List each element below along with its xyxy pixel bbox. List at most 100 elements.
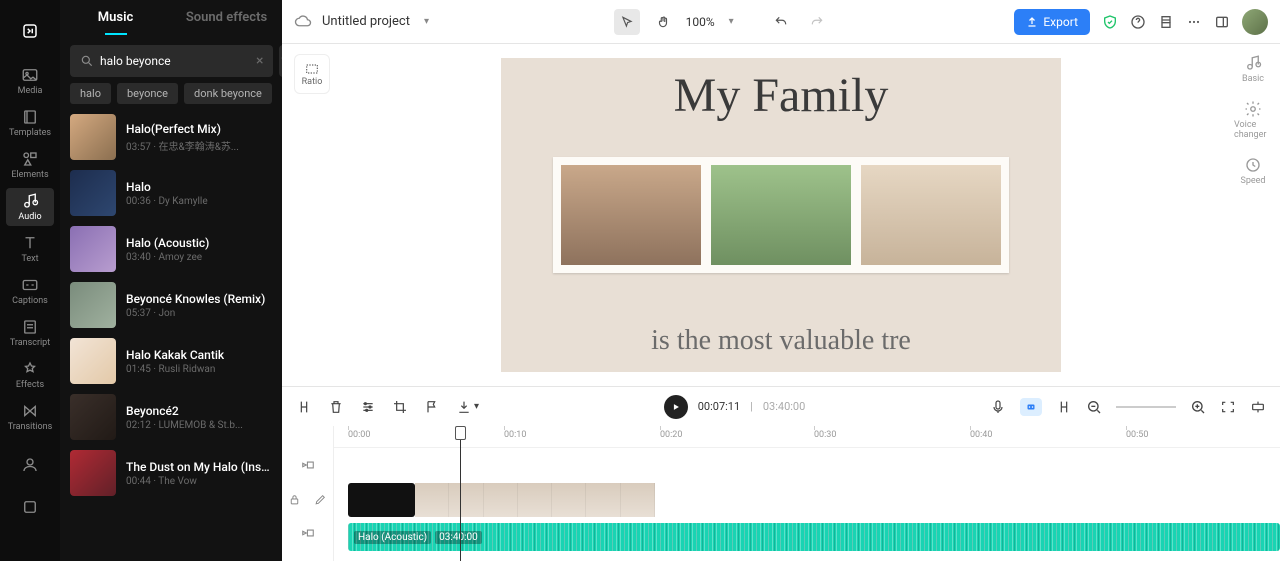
- flag-tool[interactable]: [424, 399, 440, 415]
- song-list[interactable]: Halo(Perfect Mix)03:57 · 在忠&李翰涛&苏... Hal…: [60, 114, 282, 561]
- nav-more[interactable]: [6, 488, 54, 526]
- timeline-toolbar: ▾ 00:07:11 | 03:40:00: [282, 386, 1280, 426]
- mic-icon[interactable]: [990, 399, 1006, 415]
- playhead[interactable]: [460, 426, 461, 561]
- search-clear-button[interactable]: ×: [256, 53, 263, 69]
- tab-sound-effects[interactable]: Sound effects: [171, 10, 282, 35]
- collapse-icon[interactable]: [1250, 399, 1266, 415]
- edit-icon[interactable]: [314, 493, 327, 506]
- song-title: Halo (Acoustic): [126, 236, 209, 250]
- timeline: 00:00 00:10 00:20 00:30 00:40 00:50 Halo…: [282, 426, 1280, 561]
- song-item[interactable]: Beyoncé Knowles (Remix)05:37 · Jon: [70, 282, 272, 328]
- tool-basic[interactable]: Basic: [1234, 50, 1272, 88]
- playhead-knob[interactable]: [455, 426, 466, 440]
- audio-clip[interactable]: Halo (Acoustic) 03:40:00: [348, 523, 1280, 551]
- nav-templates[interactable]: Templates: [6, 104, 54, 142]
- search-chips: halo beyonce donk beyonce: [60, 83, 282, 114]
- panel-icon[interactable]: [1214, 14, 1230, 30]
- nav-user[interactable]: [6, 446, 54, 484]
- audio-track-head[interactable]: [282, 516, 333, 550]
- export-button[interactable]: Export: [1014, 9, 1090, 35]
- undo-button[interactable]: [768, 9, 794, 35]
- tab-music[interactable]: Music: [60, 10, 171, 35]
- cloud-icon[interactable]: [294, 13, 312, 31]
- chip[interactable]: beyonce: [117, 83, 178, 104]
- lock-icon[interactable]: [288, 493, 301, 506]
- song-item[interactable]: The Dust on My Halo (Instrumental) 00:44 …: [70, 450, 272, 496]
- hand-tool[interactable]: [650, 9, 676, 35]
- audio-clip-name: Halo (Acoustic): [354, 531, 431, 544]
- song-item[interactable]: Halo Kakak Cantik01:45 · Rusli Ridwan: [70, 338, 272, 384]
- nav-elements[interactable]: Elements: [6, 146, 54, 184]
- nav-text[interactable]: Text: [6, 230, 54, 268]
- time-total: 03:40:00: [763, 400, 805, 413]
- song-thumb: [70, 450, 116, 496]
- nav-captions[interactable]: Captions: [6, 272, 54, 310]
- magnet-icon[interactable]: [1056, 399, 1072, 415]
- search-input[interactable]: [100, 54, 256, 68]
- ai-badge[interactable]: [1020, 398, 1042, 416]
- chip[interactable]: donk beyonce: [184, 83, 272, 104]
- chevron-down-icon[interactable]: ▾: [424, 16, 429, 27]
- print-icon[interactable]: [1158, 14, 1174, 30]
- zoom-slider[interactable]: [1116, 406, 1176, 408]
- project-title[interactable]: Untitled project: [322, 14, 410, 29]
- nav-effects[interactable]: Effects: [6, 356, 54, 394]
- ratio-tool[interactable]: Ratio: [294, 54, 330, 94]
- time-current: 00:07:11: [698, 400, 740, 413]
- video-preview[interactable]: My Family is the most valuable tre: [501, 58, 1061, 372]
- video-clip[interactable]: [415, 483, 655, 517]
- tool-voice-changer[interactable]: Voice changer: [1234, 96, 1272, 144]
- search-icon: [80, 54, 94, 68]
- fit-icon[interactable]: [1220, 399, 1236, 415]
- black-clip[interactable]: [348, 483, 415, 517]
- crop-tool[interactable]: [392, 399, 408, 415]
- timeline-ruler[interactable]: 00:00 00:10 00:20 00:30 00:40 00:50: [334, 426, 1280, 448]
- top-bar: Untitled project ▾ 100% ▾ Export: [282, 0, 1280, 44]
- more-icon[interactable]: [1186, 14, 1202, 30]
- left-nav: Media Templates Elements Audio Text Capt…: [0, 0, 60, 561]
- nav-audio[interactable]: Audio: [6, 188, 54, 226]
- redo-button[interactable]: [804, 9, 830, 35]
- preview-right-tools: Basic Voice changer Speed: [1234, 50, 1272, 190]
- shield-icon[interactable]: [1102, 14, 1118, 30]
- chevron-down-icon[interactable]: ▾: [729, 16, 734, 27]
- song-meta: 05:37 · Jon: [126, 308, 265, 319]
- avatar[interactable]: [1242, 9, 1268, 35]
- delete-tool[interactable]: [328, 399, 344, 415]
- play-button[interactable]: [664, 395, 688, 419]
- tool-speed[interactable]: Speed: [1234, 152, 1272, 190]
- song-meta: 01:45 · Rusli Ridwan: [126, 364, 224, 375]
- zoom-in-icon[interactable]: [1190, 399, 1206, 415]
- song-meta: 03:40 · Amoy zee: [126, 252, 209, 263]
- help-icon[interactable]: [1130, 14, 1146, 30]
- nav-transcript[interactable]: Transcript: [6, 314, 54, 352]
- song-item[interactable]: Halo (Acoustic) 03:40 · Amoy zee: [70, 226, 272, 272]
- song-item[interactable]: Beyoncé2 02:12 · LUMEMOB & St.b...: [70, 394, 272, 440]
- chip[interactable]: halo: [70, 83, 111, 104]
- adjust-tool[interactable]: [360, 399, 376, 415]
- frame-subtitle: is the most valuable tre: [651, 325, 911, 357]
- audio-tabs: Music Sound effects: [60, 0, 282, 35]
- song-item[interactable]: Halo(Perfect Mix)03:57 · 在忠&李翰涛&苏...: [70, 114, 272, 160]
- nav-transitions[interactable]: Transitions: [6, 398, 54, 436]
- audio-side-panel: Music Sound effects × halo beyonce donk …: [60, 0, 282, 561]
- cursor-tool[interactable]: [614, 9, 640, 35]
- song-title: The Dust on My Halo (Instrumental): [126, 460, 272, 474]
- song-title: Beyoncé2: [126, 404, 243, 418]
- song-meta: 03:57 · 在忠&李翰涛&苏...: [126, 138, 239, 153]
- zoom-level[interactable]: 100%: [686, 15, 715, 29]
- song-meta: 00:36 · Dy Kamylle: [126, 196, 208, 207]
- frame-title: My Family: [674, 68, 889, 123]
- ratio-label: Ratio: [302, 77, 323, 87]
- video-track-head[interactable]: [282, 448, 333, 482]
- song-item[interactable]: Halo00:36 · Dy Kamylle: [70, 170, 272, 216]
- app-logo[interactable]: [6, 12, 54, 50]
- song-meta: 00:44 · The Vow: [126, 476, 272, 487]
- song-meta: 02:12 · LUMEMOB & St.b...: [126, 420, 243, 431]
- nav-media[interactable]: Media: [6, 62, 54, 100]
- split-tool[interactable]: [296, 399, 312, 415]
- song-thumb: [70, 394, 116, 440]
- zoom-out-icon[interactable]: [1086, 399, 1102, 415]
- download-tool[interactable]: ▾: [456, 399, 479, 415]
